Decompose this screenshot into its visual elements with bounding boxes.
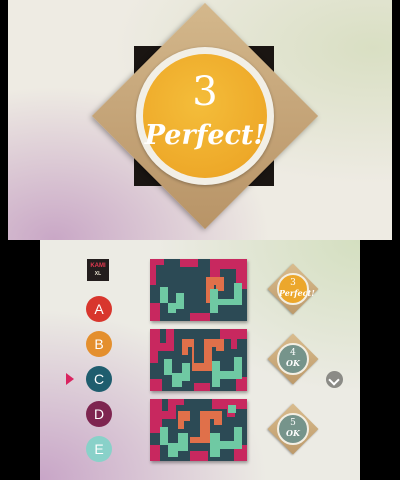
scroll-down-button[interactable] bbox=[326, 371, 343, 388]
badge-rating: Perfect! bbox=[279, 288, 315, 298]
badge-coin-perfect: 3 Perfect! bbox=[277, 273, 315, 305]
chapter-a-button[interactable]: A bbox=[86, 296, 112, 322]
chapter-e-button[interactable]: E bbox=[86, 436, 112, 462]
chapter-d-button[interactable]: D bbox=[86, 401, 112, 427]
result-moves: 3 bbox=[192, 69, 218, 115]
bottom-screen: KAMI XL A B C D E 3 Perfect! 4 OK 5 OK bbox=[40, 240, 360, 480]
puzzle-thumbnail-1[interactable] bbox=[150, 259, 247, 321]
puzzle-thumbnail-3[interactable] bbox=[150, 399, 247, 461]
badge-rating: OK bbox=[286, 428, 300, 438]
badge-moves: 5 bbox=[290, 418, 296, 428]
result-rating: Perfect! bbox=[144, 120, 266, 151]
puzzle-2-score-badge: 4 OK bbox=[267, 333, 319, 385]
badge-rating: OK bbox=[286, 358, 300, 368]
chapter-b-button[interactable]: B bbox=[86, 331, 112, 357]
triangle-right-icon bbox=[66, 373, 74, 385]
result-medal: 3 Perfect! bbox=[136, 47, 274, 185]
puzzle-thumbnail-2[interactable] bbox=[150, 329, 247, 391]
badge-moves: 4 bbox=[290, 348, 296, 358]
kami-logo-sub: XL bbox=[94, 271, 102, 277]
chevron-down-icon bbox=[328, 374, 340, 386]
chapter-c-button[interactable]: C bbox=[86, 366, 112, 392]
badge-coin-ok: 4 OK bbox=[277, 343, 309, 375]
badge-moves: 3 bbox=[290, 278, 296, 288]
puzzle-3-score-badge: 5 OK bbox=[267, 403, 319, 455]
top-screen: 3 Perfect! bbox=[8, 0, 392, 240]
puzzle-1-score-badge: 3 Perfect! bbox=[267, 263, 319, 315]
kami-logo-text: KAMI bbox=[90, 263, 106, 269]
kami-logo: KAMI XL bbox=[87, 259, 109, 281]
result-medal-face: 3 Perfect! bbox=[143, 54, 267, 178]
badge-coin-ok: 5 OK bbox=[277, 413, 309, 445]
